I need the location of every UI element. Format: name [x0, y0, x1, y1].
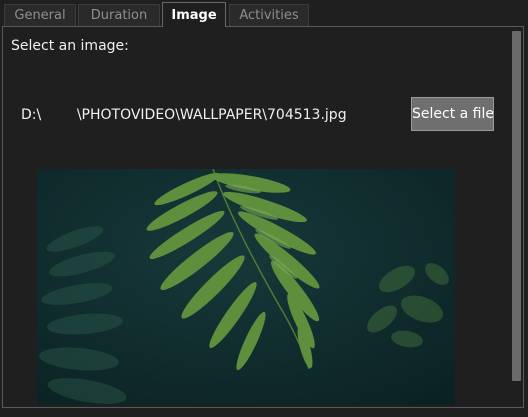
tab-image[interactable]: Image: [162, 2, 226, 27]
image-preview: [37, 169, 455, 405]
image-settings-window: General Duration Image Activities Select…: [0, 0, 528, 417]
select-file-button[interactable]: Select a file: [411, 97, 494, 131]
vertical-scrollbar[interactable]: [510, 27, 523, 407]
scrollbar-thumb[interactable]: [512, 31, 521, 381]
tab-activities[interactable]: Activities: [229, 4, 309, 26]
select-image-label: Select an image:: [11, 38, 129, 54]
fern-image-icon: [37, 169, 455, 405]
image-tab-panel: Select an image: D:\ \PHOTOVIDEO\WALLPAP…: [2, 26, 524, 408]
file-path-text: D:\ \PHOTOVIDEO\WALLPAPER\704513.jpg: [21, 107, 347, 123]
tab-duration[interactable]: Duration: [78, 4, 160, 26]
tab-general[interactable]: General: [4, 4, 76, 26]
tab-strip: General Duration Image Activities: [0, 0, 528, 27]
